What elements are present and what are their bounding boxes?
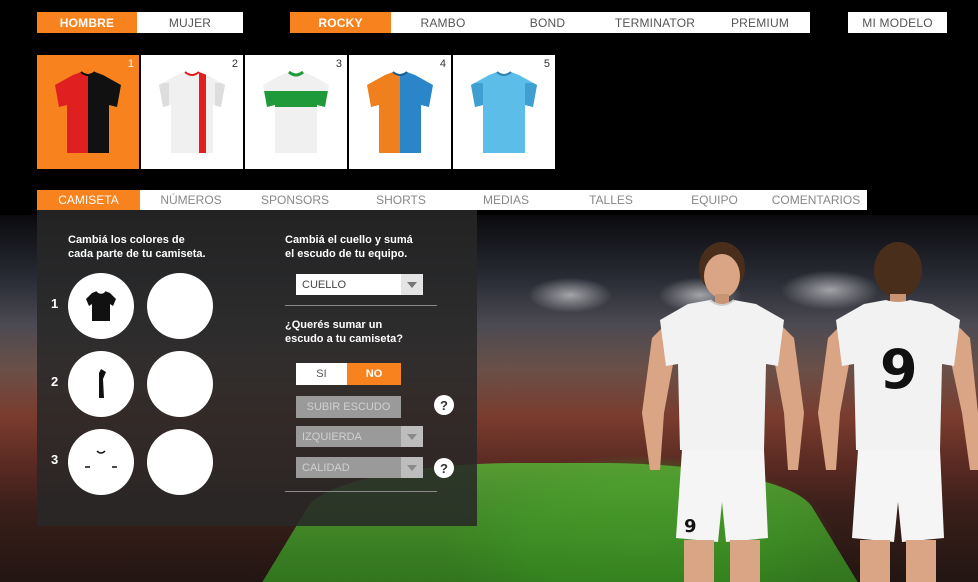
jersey-icon <box>159 71 225 153</box>
tab-premium[interactable]: PREMIUM <box>710 12 810 33</box>
help-icon[interactable]: ? <box>434 458 454 478</box>
color-swatch-2[interactable] <box>147 351 213 417</box>
design-number: 2 <box>231 58 238 70</box>
part-row-label: 3 <box>51 452 59 467</box>
part-preview-details <box>68 429 134 495</box>
help-icon[interactable]: ? <box>434 395 454 415</box>
crest-side-select[interactable]: IZQUIERDA <box>296 426 423 447</box>
tab-terminator[interactable]: TERMINATOR <box>600 12 710 33</box>
player-front-preview: 9 <box>642 242 804 582</box>
crest-side-value: IZQUIERDA <box>302 430 362 443</box>
tab-rocky[interactable]: ROCKY <box>290 12 391 33</box>
jersey-icon <box>263 70 329 153</box>
jersey-icon <box>471 71 537 153</box>
tab-hombre[interactable]: HOMBRE <box>37 12 137 33</box>
tab-mujer[interactable]: MUJER <box>137 12 243 33</box>
design-thumb-3[interactable]: 3 <box>245 55 347 169</box>
part-row-label: 2 <box>51 374 59 389</box>
tab-medias[interactable]: MEDIAS <box>454 190 558 210</box>
design-thumb-1[interactable]: 1 <box>37 55 139 169</box>
crest-yes-button[interactable]: SI <box>296 363 347 385</box>
crest-question: ¿Querés sumar un escudo a tu camiseta? <box>285 319 403 345</box>
collar-select[interactable]: CUELLO <box>296 274 423 295</box>
collar-select-value: CUELLO <box>302 278 347 291</box>
crest-no-button[interactable]: NO <box>347 363 401 385</box>
jersey-body-icon <box>86 290 116 321</box>
design-number: 4 <box>439 58 446 70</box>
tab-rambo[interactable]: RAMBO <box>391 12 495 33</box>
player-back-preview: 9 <box>818 242 978 582</box>
customization-panel: Cambiá los colores de cada parte de tu c… <box>37 210 477 526</box>
tab-comentarios[interactable]: COMENTARIOS <box>765 190 867 210</box>
design-number: 5 <box>543 58 550 70</box>
tab-sponsors[interactable]: SPONSORS <box>242 190 348 210</box>
tab-equipo[interactable]: EQUIPO <box>664 190 765 210</box>
design-thumb-2[interactable]: 2 <box>141 55 243 169</box>
tab-talles[interactable]: TALLES <box>558 190 664 210</box>
tab-numeros[interactable]: NÚMEROS <box>140 190 242 210</box>
my-model-tab-wrap: MI MODELO <box>848 12 947 33</box>
crest-quality-value: CALIDAD <box>302 461 350 474</box>
divider <box>285 305 437 306</box>
section-tabs: CAMISETA NÚMEROS SPONSORS SHORTS MEDIAS … <box>37 190 867 210</box>
design-number: 3 <box>335 58 342 70</box>
part-preview-stripe <box>68 351 134 417</box>
gender-tabs: HOMBRE MUJER <box>37 12 243 33</box>
jersey-stripe-icon <box>99 369 106 398</box>
jersey-icon <box>367 71 433 153</box>
back-number: 9 <box>880 338 918 401</box>
design-thumb-4[interactable]: 4 <box>349 55 451 169</box>
upload-crest-button[interactable]: SUBIR ESCUDO <box>296 396 401 418</box>
chevron-down-icon <box>401 457 423 478</box>
tab-shorts[interactable]: SHORTS <box>348 190 454 210</box>
chevron-down-icon <box>401 274 423 295</box>
shorts-number: 9 <box>684 516 697 537</box>
design-number: 1 <box>127 58 134 70</box>
part-preview-body <box>68 273 134 339</box>
divider <box>285 491 437 492</box>
part-row-label: 1 <box>51 296 59 311</box>
design-thumbnails: 1 2 3 4 5 <box>37 55 555 169</box>
jersey-icon <box>55 71 121 153</box>
jersey-details-icon <box>85 450 117 468</box>
tab-camiseta[interactable]: CAMISETA <box>37 190 140 210</box>
model-tabs: ROCKY RAMBO BOND TERMINATOR PREMIUM <box>290 12 810 33</box>
design-thumb-5[interactable]: 5 <box>453 55 555 169</box>
chevron-down-icon <box>401 426 423 447</box>
collar-instructions: Cambiá el cuello y sumá el escudo de tu … <box>285 234 413 260</box>
color-swatch-1[interactable] <box>147 273 213 339</box>
tab-mi-modelo[interactable]: MI MODELO <box>848 12 947 33</box>
colors-instructions: Cambiá los colores de cada parte de tu c… <box>68 234 206 260</box>
tab-bond[interactable]: BOND <box>495 12 600 33</box>
color-swatch-3[interactable] <box>147 429 213 495</box>
crest-quality-select[interactable]: CALIDAD <box>296 457 423 478</box>
